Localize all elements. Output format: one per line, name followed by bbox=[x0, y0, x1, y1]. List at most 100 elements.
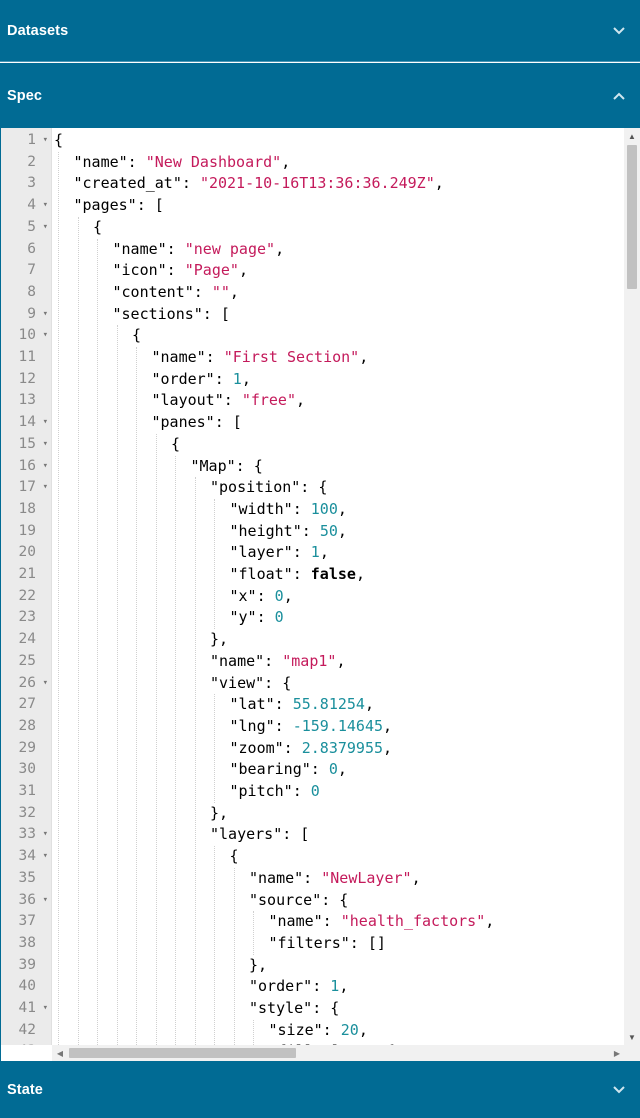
line-number-text: 27 bbox=[18, 696, 36, 713]
line-number-text: 40 bbox=[18, 978, 36, 995]
code-line[interactable]: "source": { bbox=[249, 890, 348, 912]
json-token: "name": bbox=[73, 152, 146, 171]
code-line[interactable]: }, bbox=[249, 955, 267, 977]
code-line[interactable]: "zoom": 2.8379955, bbox=[230, 738, 393, 760]
fold-toggle-icon[interactable]: ▾ bbox=[43, 846, 48, 868]
code-line[interactable]: { bbox=[54, 130, 63, 152]
code-line[interactable]: { bbox=[93, 217, 102, 239]
line-number-text: 38 bbox=[18, 934, 36, 951]
line-number-text: 10 bbox=[18, 327, 36, 344]
fold-toggle-icon[interactable]: ▾ bbox=[43, 130, 48, 152]
code-line[interactable]: "size": 20, bbox=[269, 1020, 368, 1042]
line-number-text: 37 bbox=[18, 913, 36, 930]
line-number-text: 12 bbox=[18, 370, 36, 387]
fold-toggle-icon[interactable]: ▾ bbox=[43, 673, 48, 695]
code-line[interactable]: "order": 1, bbox=[249, 976, 348, 998]
fold-toggle-icon[interactable]: ▾ bbox=[43, 195, 48, 217]
json-token: , bbox=[411, 868, 421, 887]
code-line[interactable]: "layout": "free", bbox=[152, 390, 306, 412]
code-line[interactable]: "created_at": "2021-10-16T13:36:36.249Z"… bbox=[74, 173, 444, 195]
json-token: , bbox=[283, 586, 293, 605]
code-line[interactable]: "icon": "Page", bbox=[113, 260, 248, 282]
fold-toggle-icon[interactable]: ▾ bbox=[43, 434, 48, 456]
fold-toggle-icon[interactable]: ▾ bbox=[43, 890, 48, 912]
spec-json-editor[interactable]: 1 ▾{2 "name": "New Dashboard", 3 "created_at… bbox=[0, 128, 640, 1061]
code-line[interactable]: "sections": [ bbox=[113, 304, 230, 326]
horizontal-scroll-thumb[interactable] bbox=[69, 1048, 296, 1058]
scroll-down-arrow-icon[interactable]: ▼ bbox=[624, 1029, 640, 1045]
fold-toggle-icon[interactable]: ▾ bbox=[43, 325, 48, 347]
line-number-text: 9 bbox=[27, 305, 36, 322]
indent-guide bbox=[155, 433, 157, 1045]
line-number: 19 bbox=[1, 521, 52, 543]
json-token: "lng": bbox=[229, 716, 293, 735]
scroll-right-arrow-icon[interactable]: ▶ bbox=[609, 1045, 625, 1061]
code-line[interactable]: }, bbox=[210, 803, 228, 825]
vertical-scrollbar[interactable]: ▲ ▼ bbox=[624, 128, 640, 1045]
code-line[interactable]: { bbox=[132, 325, 141, 347]
code-line[interactable]: "style": { bbox=[249, 998, 339, 1020]
code-line[interactable]: "Map": { bbox=[191, 456, 263, 478]
json-token: , bbox=[281, 152, 291, 171]
chevron-up-icon[interactable] bbox=[612, 89, 626, 103]
code-line[interactable]: { bbox=[230, 846, 239, 868]
code-line[interactable]: "content": "", bbox=[113, 282, 239, 304]
fold-toggle-icon[interactable]: ▾ bbox=[43, 477, 48, 499]
code-line[interactable]: "height": 50, bbox=[230, 521, 347, 543]
panel-header-spec[interactable]: Spec bbox=[0, 63, 640, 128]
chevron-down-icon[interactable] bbox=[612, 1083, 626, 1097]
code-line[interactable]: "x": 0, bbox=[230, 586, 293, 608]
horizontal-scrollbar[interactable]: ◀ ▶ bbox=[52, 1045, 625, 1061]
code-line[interactable]: { bbox=[171, 434, 180, 456]
code-line[interactable]: "view": { bbox=[210, 673, 291, 695]
vertical-scroll-thumb[interactable] bbox=[627, 145, 637, 289]
line-number-text: 43 bbox=[19, 1041, 36, 1045]
panel-title-state: State bbox=[7, 1081, 43, 1098]
code-line[interactable]: "name": "NewLayer", bbox=[249, 868, 421, 890]
scroll-up-arrow-icon[interactable]: ▲ bbox=[624, 128, 640, 144]
code-line[interactable]: "bearing": 0, bbox=[230, 759, 347, 781]
code-line[interactable]: }, bbox=[210, 629, 228, 651]
fold-toggle-icon[interactable]: ▾ bbox=[43, 456, 48, 478]
fold-toggle-icon[interactable]: ▾ bbox=[43, 824, 48, 846]
code-line[interactable]: "lat": 55.81254, bbox=[230, 694, 375, 716]
fold-toggle-icon[interactable]: ▾ bbox=[43, 304, 48, 326]
json-token: , bbox=[337, 499, 347, 518]
code-line[interactable]: "layer": 1, bbox=[230, 542, 329, 564]
json-token: "view": { bbox=[210, 673, 292, 692]
code-line[interactable]: "panes": [ bbox=[152, 412, 242, 434]
chevron-down-icon[interactable] bbox=[612, 24, 626, 38]
fold-toggle-icon[interactable]: ▾ bbox=[43, 412, 48, 434]
fold-toggle-icon[interactable]: ▾ bbox=[43, 1041, 48, 1045]
code-line[interactable]: "name": "new page", bbox=[113, 239, 285, 261]
code-line[interactable]: "position": { bbox=[210, 477, 327, 499]
code-line[interactable]: "pages": [ bbox=[74, 195, 164, 217]
code-line[interactable]: "width": 100, bbox=[230, 499, 347, 521]
line-number: 6 bbox=[1, 239, 52, 261]
code-line[interactable]: "float": false, bbox=[230, 564, 365, 586]
line-number: 7 bbox=[1, 260, 52, 282]
panel-header-datasets[interactable]: Datasets bbox=[0, 0, 640, 62]
line-number: 2 bbox=[1, 152, 52, 174]
code-line[interactable]: "name": "New Dashboard", bbox=[74, 152, 291, 174]
fold-toggle-icon[interactable]: ▾ bbox=[43, 998, 48, 1020]
code-line[interactable]: "layers": [ bbox=[210, 824, 309, 846]
code-line[interactable]: "name": "health_factors", bbox=[269, 911, 495, 933]
line-number: 28 bbox=[1, 716, 52, 738]
code-lines[interactable]: 1 ▾{2 "name": "New Dashboard", 3 "created_at… bbox=[1, 128, 625, 1045]
code-line[interactable]: "order": 1, bbox=[152, 369, 251, 391]
code-line[interactable]: "lng": -159.14645, bbox=[230, 716, 393, 738]
panel-header-state[interactable]: State bbox=[0, 1061, 640, 1118]
line-number: 5 ▾ bbox=[1, 217, 52, 239]
code-line[interactable]: "name": "map1", bbox=[210, 651, 345, 673]
scroll-left-arrow-icon[interactable]: ◀ bbox=[52, 1045, 68, 1061]
code-line[interactable]: "pitch": 0 bbox=[230, 781, 320, 803]
json-token: "bearing": bbox=[229, 760, 329, 779]
json-token: , bbox=[238, 261, 248, 280]
code-line[interactable]: "filters": [] bbox=[269, 933, 386, 955]
code-line[interactable]: "y": 0 bbox=[230, 607, 284, 629]
indent-guide bbox=[136, 347, 137, 1045]
json-token: , bbox=[383, 716, 393, 735]
code-line[interactable]: "name": "First Section", bbox=[152, 347, 369, 369]
fold-toggle-icon[interactable]: ▾ bbox=[43, 217, 48, 239]
